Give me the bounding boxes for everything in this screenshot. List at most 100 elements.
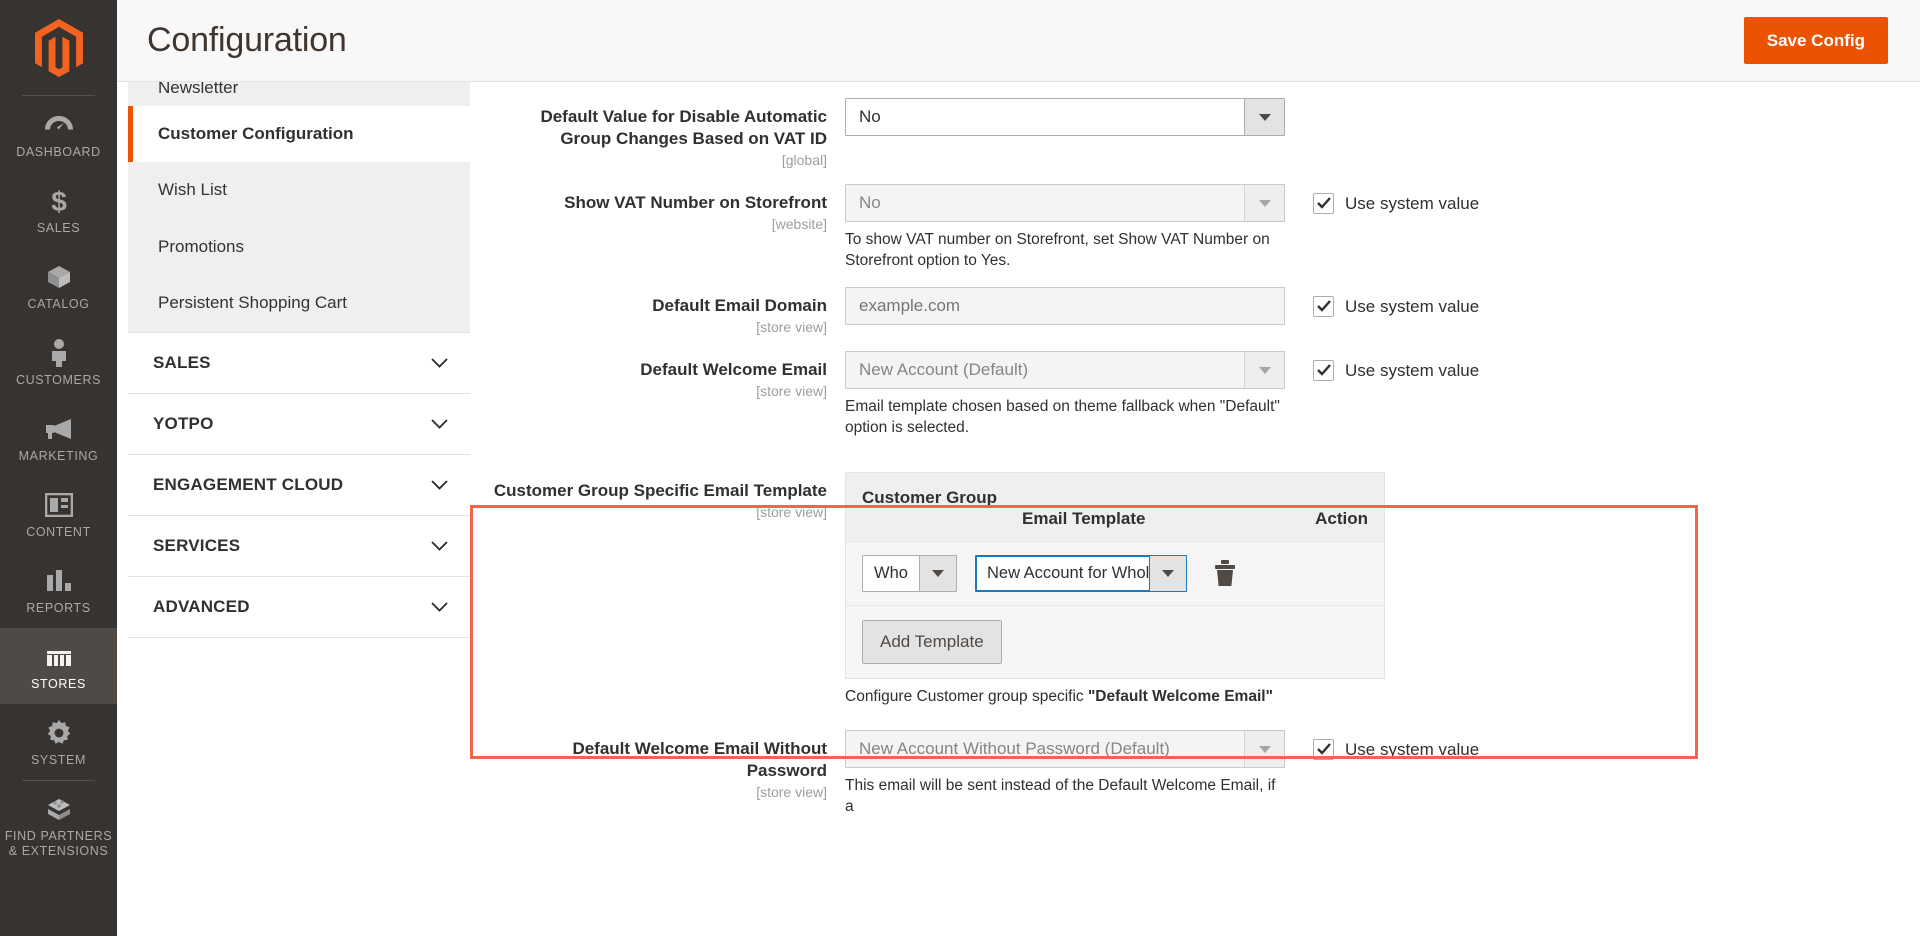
welcome-email-without-password-select[interactable]: New Account Without Password (Default)	[845, 730, 1285, 768]
check-icon	[1317, 743, 1331, 755]
gear-icon	[4, 718, 113, 748]
check-icon	[1317, 364, 1331, 376]
chevron-down-icon	[1244, 731, 1284, 767]
select-value: No	[859, 193, 881, 212]
box-icon	[4, 262, 113, 292]
email-template-select[interactable]: New Account for Whol	[975, 555, 1187, 592]
sidebar-item-find-partners-extensions[interactable]: FIND PARTNERS & EXTENSIONS	[0, 780, 117, 871]
config-nav-group-customers: Newsletter Customer Configuration Wish L…	[128, 78, 470, 332]
delete-row-button[interactable]	[1213, 560, 1237, 587]
default-email-domain-input[interactable]	[845, 287, 1285, 325]
field-label: Default Value for Disable Automatic Grou…	[540, 107, 827, 148]
configuration-form: Default Value for Disable Automatic Grou…	[470, 82, 1920, 825]
sidebar-item-sales[interactable]: $ SALES	[0, 172, 117, 248]
config-nav-section-sales[interactable]: SALES	[128, 331, 470, 393]
use-system-value-toggle-show-vat[interactable]: Use system value	[1313, 193, 1920, 214]
field-scope: [website]	[771, 216, 827, 232]
field-scope: [store view]	[756, 383, 827, 399]
field-row-default-welcome-email: Default Welcome Email [store view] New A…	[492, 343, 1920, 446]
sidebar-item-label: REPORTS	[26, 601, 91, 615]
chevron-down-icon	[431, 357, 448, 368]
field-label: Customer Group Specific Email Template	[493, 481, 827, 500]
field-scope: [store view]	[756, 504, 827, 520]
default-welcome-email-select[interactable]: New Account (Default)	[845, 351, 1285, 389]
config-nav-item-label: Wish List	[158, 180, 227, 200]
use-system-value-toggle-welcome-email[interactable]: Use system value	[1313, 360, 1920, 381]
configuration-nav: Newsletter Customer Configuration Wish L…	[128, 78, 470, 638]
checkbox[interactable]	[1313, 296, 1334, 317]
use-system-value-label: Use system value	[1345, 296, 1480, 316]
sidebar-item-label: CATALOG	[27, 297, 90, 311]
svg-text:$: $	[51, 186, 67, 216]
storefront-icon	[4, 642, 113, 672]
config-nav-section-services[interactable]: SERVICES	[128, 514, 470, 576]
show-vat-storefront-select[interactable]: No	[845, 184, 1285, 222]
config-nav-item-promotions[interactable]: Promotions	[128, 219, 470, 275]
chevron-down-icon	[1244, 99, 1284, 135]
column-header-email-template: Email Template	[1022, 509, 1146, 528]
config-nav-item-wish-list[interactable]: Wish List	[128, 162, 470, 218]
chevron-down-icon	[1149, 556, 1186, 591]
config-nav-item-label: Promotions	[158, 236, 244, 256]
config-nav-section-label: ADVANCED	[153, 596, 250, 616]
sidebar-item-dashboard[interactable]: DASHBOARD	[0, 96, 117, 172]
config-nav-section-advanced[interactable]: ADVANCED	[128, 575, 470, 638]
customer-group-select[interactable]: Who	[862, 555, 957, 592]
checkbox[interactable]	[1313, 739, 1334, 760]
config-nav-section-yotpo[interactable]: YOTPO	[128, 392, 470, 454]
use-system-value-toggle-email-domain[interactable]: Use system value	[1313, 296, 1920, 317]
select-value: New Account (Default)	[859, 360, 1029, 379]
field-scope: [global]	[781, 152, 827, 168]
chevron-down-icon	[1244, 185, 1284, 221]
field-control: New Account (Default) Email template cho…	[845, 351, 1285, 438]
megaphone-icon	[4, 414, 113, 444]
page-container: Configuration Save Config Newsletter Cus…	[117, 0, 1920, 936]
page-title: Configuration	[147, 21, 347, 59]
magento-logo-icon	[34, 19, 83, 77]
field-control: No	[845, 98, 1285, 136]
config-nav-item-persistent-shopping-cart[interactable]: Persistent Shopping Cart	[128, 275, 470, 331]
blocks-icon	[4, 794, 113, 824]
field-label-block: Default Email Domain [store view]	[492, 287, 845, 335]
config-nav-section-engagement-cloud[interactable]: ENGAGEMENT CLOUD	[128, 453, 470, 515]
sidebar-item-label: CONTENT	[26, 525, 91, 539]
config-nav-item-newsletter[interactable]: Newsletter	[128, 78, 470, 106]
note-prefix: Configure Customer group specific	[845, 688, 1088, 705]
use-system-value-label: Use system value	[1345, 193, 1480, 213]
use-system-value-toggle-welcome-no-password[interactable]: Use system value	[1313, 739, 1920, 760]
layout-page-icon	[4, 490, 113, 520]
sidebar-item-system[interactable]: SYSTEM	[0, 704, 117, 780]
sidebar-item-customers[interactable]: CUSTOMERS	[0, 324, 117, 400]
field-extra	[1285, 98, 1920, 107]
field-note: Configure Customer group specific "Defau…	[845, 688, 1385, 706]
sidebar-item-marketing[interactable]: MARKETING	[0, 400, 117, 476]
magento-logo[interactable]	[0, 0, 117, 96]
use-system-value-label: Use system value	[1345, 360, 1480, 380]
sidebar-item-label: SYSTEM	[31, 753, 86, 767]
add-template-button[interactable]: Add Template	[862, 620, 1002, 664]
table-row: Who New Account for Whol	[846, 541, 1384, 605]
vat-auto-group-select[interactable]: No	[845, 98, 1285, 136]
column-header-action: Action	[1315, 509, 1368, 528]
save-config-button[interactable]: Save Config	[1743, 17, 1888, 64]
person-icon	[4, 338, 113, 368]
sidebar-item-content[interactable]: CONTENT	[0, 476, 117, 552]
note-strong: "Default Welcome Email"	[1087, 688, 1273, 705]
chevron-down-icon	[431, 601, 448, 612]
sidebar-item-reports[interactable]: REPORTS	[0, 552, 117, 628]
dollar-sign-icon: $	[4, 186, 113, 216]
field-row-customer-group-specific-email-template: Customer Group Specific Email Template […	[492, 446, 1920, 714]
field-label-block: Default Value for Disable Automatic Grou…	[492, 98, 845, 168]
select-value: New Account for Whol	[987, 564, 1150, 582]
sidebar-item-catalog[interactable]: CATALOG	[0, 248, 117, 324]
sidebar-item-stores[interactable]: STORES	[0, 628, 117, 704]
select-value: New Account Without Password (Default)	[859, 739, 1170, 758]
config-nav-item-customer-configuration[interactable]: Customer Configuration	[128, 106, 470, 163]
config-nav-item-label: Persistent Shopping Cart	[158, 293, 347, 313]
field-label: Default Email Domain	[652, 296, 827, 315]
checkbox[interactable]	[1313, 193, 1334, 214]
field-row-show-vat-number-on-storefront: Show VAT Number on Storefront [website] …	[492, 176, 1920, 279]
checkbox[interactable]	[1313, 360, 1334, 381]
field-scope: [store view]	[756, 319, 827, 335]
field-control: New Account Without Password (Default) T…	[845, 730, 1285, 817]
